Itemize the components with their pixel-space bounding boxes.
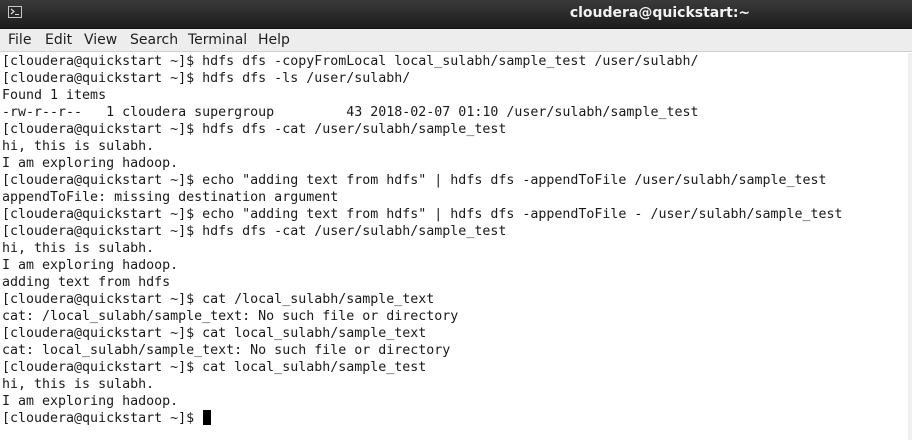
- terminal-line-text: I am exploring hadoop.: [2, 394, 179, 409]
- terminal-line-text: [cloudera@quickstart ~]$ echo "adding te…: [2, 173, 827, 188]
- terminal-line-text: [cloudera@quickstart ~]$ hdfs dfs -cat /…: [2, 224, 507, 239]
- terminal-line: [cloudera@quickstart ~]$ echo "adding te…: [2, 172, 907, 189]
- terminal-line: [cloudera@quickstart ~]$ echo "adding te…: [2, 206, 907, 223]
- menu-edit[interactable]: Edit: [45, 32, 72, 48]
- terminal-line: -rw-r--r-- 1 cloudera supergroup 43 2018…: [2, 104, 907, 121]
- terminal-line-text: hi, this is sulabh.: [2, 241, 155, 256]
- terminal-line-text: Found 1 items: [2, 88, 107, 103]
- text-cursor: [203, 410, 212, 425]
- terminal-line: cat: local_sulabh/sample_text: No such f…: [2, 342, 907, 359]
- terminal-line: adding text from hdfs: [2, 274, 907, 291]
- terminal-line: [cloudera@quickstart ~]$ cat local_sulab…: [2, 359, 907, 376]
- terminal-line-text: I am exploring hadoop.: [2, 258, 179, 273]
- terminal-line-text: cat: local_sulabh/sample_text: No such f…: [2, 343, 451, 358]
- menu-search[interactable]: Search: [130, 32, 178, 48]
- terminal-line: [cloudera@quickstart ~]$: [2, 410, 907, 427]
- terminal-line: I am exploring hadoop.: [2, 155, 907, 172]
- terminal-output[interactable]: [cloudera@quickstart ~]$ hdfs dfs -copyF…: [2, 53, 907, 440]
- window-title: cloudera@quickstart:~: [569, 5, 751, 21]
- terminal-line: cat: /local_sulabh/sample_text: No such …: [2, 308, 907, 325]
- terminal-line-text: cat: /local_sulabh/sample_text: No such …: [2, 309, 459, 324]
- terminal-line: hi, this is sulabh.: [2, 240, 907, 257]
- terminal-line-text: [cloudera@quickstart ~]$ hdfs dfs -ls /u…: [2, 71, 411, 86]
- terminal-line: [cloudera@quickstart ~]$ hdfs dfs -copyF…: [2, 53, 907, 70]
- terminal-line-text: I am exploring hadoop.: [2, 156, 179, 171]
- terminal-line-text: [cloudera@quickstart ~]$: [2, 411, 203, 426]
- terminal-line: hi, this is sulabh.: [2, 138, 907, 155]
- terminal-line-text: [cloudera@quickstart ~]$ cat local_sulab…: [2, 326, 427, 341]
- terminal-line: [cloudera@quickstart ~]$ cat /local_sula…: [2, 291, 907, 308]
- terminal-line: I am exploring hadoop.: [2, 393, 907, 410]
- terminal-line: [cloudera@quickstart ~]$ cat local_sulab…: [2, 325, 907, 342]
- terminal-line: hi, this is sulabh.: [2, 376, 907, 393]
- terminal-line-text: -rw-r--r-- 1 cloudera supergroup 43 2018…: [2, 105, 699, 120]
- terminal-line-text: [cloudera@quickstart ~]$ hdfs dfs -cat /…: [2, 122, 507, 137]
- terminal-line: Found 1 items: [2, 87, 907, 104]
- menu-file[interactable]: File: [8, 32, 31, 48]
- terminal-line: I am exploring hadoop.: [2, 257, 907, 274]
- terminal-line-text: [cloudera@quickstart ~]$ hdfs dfs -copyF…: [2, 54, 699, 69]
- menu-help[interactable]: Help: [258, 32, 290, 48]
- scrollbar[interactable]: [908, 53, 912, 440]
- menu-view[interactable]: View: [84, 32, 117, 48]
- terminal-line-text: [cloudera@quickstart ~]$ echo "adding te…: [2, 207, 843, 222]
- terminal-line-text: hi, this is sulabh.: [2, 377, 155, 392]
- terminal-line-text: [cloudera@quickstart ~]$ cat /local_sula…: [2, 292, 435, 307]
- title-bar[interactable]: cloudera@quickstart:~: [0, 0, 912, 29]
- terminal-line: appendToFile: missing destination argume…: [2, 189, 907, 206]
- terminal-line-text: hi, this is sulabh.: [2, 139, 155, 154]
- terminal-line: [cloudera@quickstart ~]$ hdfs dfs -cat /…: [2, 121, 907, 138]
- terminal-window: cloudera@quickstart:~ File Edit View Sea…: [0, 0, 912, 442]
- terminal-line: [cloudera@quickstart ~]$ hdfs dfs -ls /u…: [2, 70, 907, 87]
- terminal-line: [cloudera@quickstart ~]$ hdfs dfs -cat /…: [2, 223, 907, 240]
- menu-terminal[interactable]: Terminal: [188, 32, 247, 48]
- terminal-line-text: appendToFile: missing destination argume…: [2, 190, 339, 205]
- terminal-line-text: [cloudera@quickstart ~]$ cat local_sulab…: [2, 360, 427, 375]
- terminal-line-text: adding text from hdfs: [2, 275, 171, 290]
- menu-bar: File Edit View Search Terminal Help: [0, 29, 912, 52]
